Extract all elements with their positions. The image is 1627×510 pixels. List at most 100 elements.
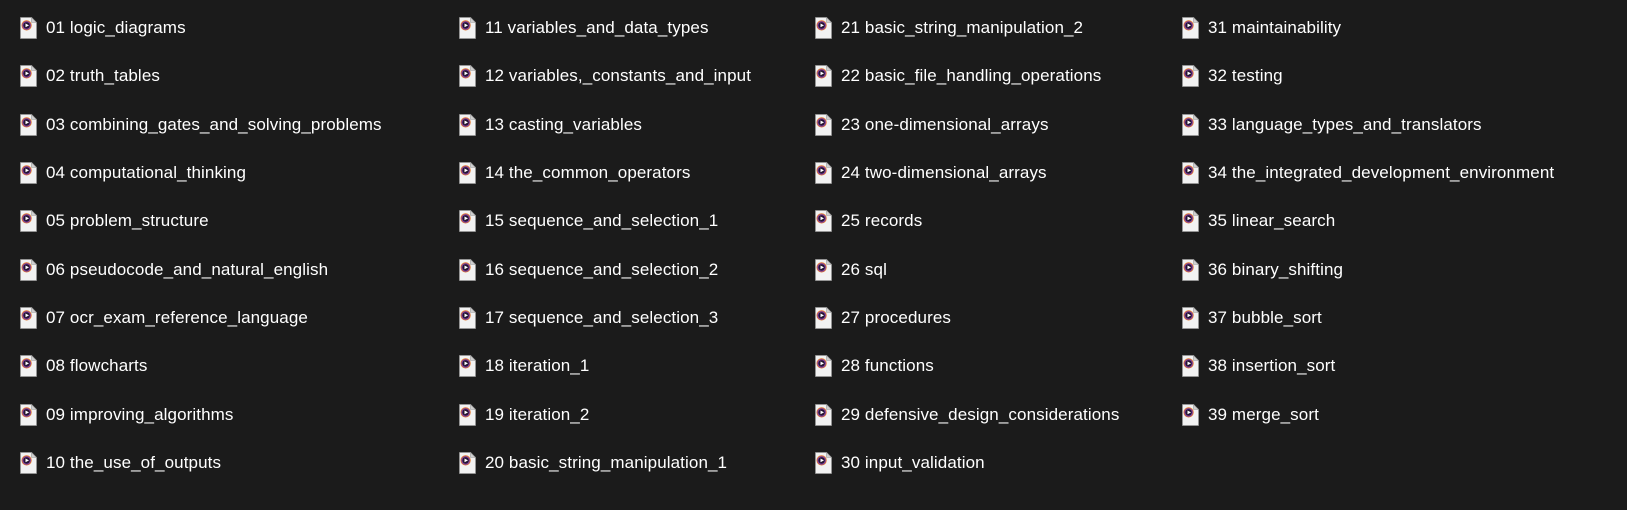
file-item[interactable]: 25 records xyxy=(805,197,1172,245)
file-item[interactable]: 10 the_use_of_outputs xyxy=(0,439,445,487)
video-file-icon xyxy=(815,306,832,329)
file-item[interactable]: 09 improving_algorithms xyxy=(0,390,445,438)
file-item-label: 37 bubble_sort xyxy=(1208,307,1322,327)
file-item[interactable]: 21 basic_string_manipulation_2 xyxy=(805,4,1172,52)
file-item-label: 24 two-dimensional_arrays xyxy=(841,163,1047,183)
video-file-icon xyxy=(459,306,476,329)
file-item-label: 35 linear_search xyxy=(1208,211,1336,231)
file-item-label: 06 pseudocode_and_natural_english xyxy=(46,259,329,279)
file-item-label: 01 logic_diagrams xyxy=(46,18,186,38)
file-item[interactable]: 02 truth_tables xyxy=(0,52,445,100)
video-file-icon xyxy=(459,17,476,39)
video-file-icon xyxy=(1182,258,1199,281)
file-item[interactable]: 16 sequence_and_selection_2 xyxy=(445,245,805,293)
video-file-icon xyxy=(459,210,476,233)
file-item[interactable]: 18 iteration_1 xyxy=(445,342,805,390)
file-item[interactable]: 38 insertion_sort xyxy=(1172,342,1627,390)
video-file-icon xyxy=(1182,210,1199,233)
file-item-label: 29 defensive_design_considerations xyxy=(841,404,1120,424)
video-file-icon xyxy=(815,355,832,378)
file-item-label: 39 merge_sort xyxy=(1208,404,1319,424)
video-file-icon xyxy=(459,65,476,88)
video-file-icon xyxy=(1182,355,1199,378)
file-item-label: 14 the_common_operators xyxy=(485,163,691,183)
video-file-icon xyxy=(815,65,832,88)
file-item[interactable]: 08 flowcharts xyxy=(0,342,445,390)
video-file-icon xyxy=(1182,113,1199,136)
file-item-label: 19 iteration_2 xyxy=(485,404,590,424)
file-item-label: 33 language_types_and_translators xyxy=(1208,114,1482,134)
video-file-icon xyxy=(1182,65,1199,88)
video-file-icon xyxy=(459,355,476,378)
file-item[interactable]: 39 merge_sort xyxy=(1172,390,1627,438)
video-file-icon xyxy=(1182,162,1199,184)
video-file-icon xyxy=(20,210,37,233)
video-file-icon xyxy=(20,258,37,281)
video-file-icon xyxy=(20,162,37,184)
video-file-icon xyxy=(459,403,476,426)
file-item[interactable]: 28 functions xyxy=(805,342,1172,390)
file-item-label: 09 improving_algorithms xyxy=(46,404,234,424)
file-item[interactable]: 06 pseudocode_and_natural_english xyxy=(0,245,445,293)
file-item[interactable]: 03 combining_gates_and_solving_problems xyxy=(0,101,445,149)
video-file-icon xyxy=(815,258,832,281)
file-item[interactable]: 30 input_validation xyxy=(805,439,1172,487)
file-item[interactable]: 14 the_common_operators xyxy=(445,149,805,197)
file-item[interactable]: 33 language_types_and_translators xyxy=(1172,101,1627,149)
file-item[interactable]: 29 defensive_design_considerations xyxy=(805,390,1172,438)
file-item-label: 18 iteration_1 xyxy=(485,356,590,376)
file-item-label: 13 casting_variables xyxy=(485,114,642,134)
video-file-icon xyxy=(20,355,37,378)
video-file-icon xyxy=(20,17,37,39)
file-item-label: 05 problem_structure xyxy=(46,211,209,231)
file-item[interactable]: 11 variables_and_data_types xyxy=(445,4,805,52)
video-file-icon xyxy=(815,113,832,136)
file-item[interactable]: 07 ocr_exam_reference_language xyxy=(0,294,445,342)
video-file-icon xyxy=(459,113,476,136)
video-file-icon xyxy=(815,451,832,474)
file-item-label: 07 ocr_exam_reference_language xyxy=(46,307,308,327)
file-item[interactable]: 22 basic_file_handling_operations xyxy=(805,52,1172,100)
video-file-icon xyxy=(1182,403,1199,426)
video-file-icon xyxy=(20,306,37,329)
file-item[interactable]: 12 variables,_constants_and_input xyxy=(445,52,805,100)
file-item-label: 12 variables,_constants_and_input xyxy=(485,66,752,86)
video-file-icon xyxy=(20,451,37,474)
file-item[interactable]: 32 testing xyxy=(1172,52,1627,100)
file-item[interactable]: 31 maintainability xyxy=(1172,4,1627,52)
file-item[interactable]: 05 problem_structure xyxy=(0,197,445,245)
file-item[interactable]: 01 logic_diagrams xyxy=(0,4,445,52)
file-item[interactable]: 15 sequence_and_selection_1 xyxy=(445,197,805,245)
video-file-icon xyxy=(815,17,832,39)
file-item[interactable]: 27 procedures xyxy=(805,294,1172,342)
video-file-icon xyxy=(20,65,37,88)
file-item[interactable]: 20 basic_string_manipulation_1 xyxy=(445,439,805,487)
video-file-icon xyxy=(459,451,476,474)
file-item[interactable]: 24 two-dimensional_arrays xyxy=(805,149,1172,197)
video-file-icon xyxy=(815,162,832,184)
file-item-label: 03 combining_gates_and_solving_problems xyxy=(46,114,382,134)
file-item-label: 31 maintainability xyxy=(1208,18,1342,38)
file-item[interactable]: 23 one-dimensional_arrays xyxy=(805,101,1172,149)
file-item[interactable]: 19 iteration_2 xyxy=(445,390,805,438)
file-item-label: 27 procedures xyxy=(841,307,951,327)
file-item-label: 02 truth_tables xyxy=(46,66,160,86)
file-item[interactable]: 37 bubble_sort xyxy=(1172,294,1627,342)
file-item[interactable]: 36 binary_shifting xyxy=(1172,245,1627,293)
file-item[interactable]: 13 casting_variables xyxy=(445,101,805,149)
file-item[interactable]: 04 computational_thinking xyxy=(0,149,445,197)
file-item-label: 34 the_integrated_development_environmen… xyxy=(1208,163,1555,183)
video-file-icon xyxy=(815,403,832,426)
file-item-label: 20 basic_string_manipulation_1 xyxy=(485,452,728,472)
file-item-label: 11 variables_and_data_types xyxy=(485,18,709,38)
file-item[interactable]: 26 sql xyxy=(805,245,1172,293)
file-item[interactable]: 17 sequence_and_selection_3 xyxy=(445,294,805,342)
file-item-label: 28 functions xyxy=(841,356,934,376)
file-item-label: 38 insertion_sort xyxy=(1208,356,1336,376)
file-item[interactable]: 34 the_integrated_development_environmen… xyxy=(1172,149,1627,197)
video-file-icon xyxy=(20,403,37,426)
file-item[interactable]: 35 linear_search xyxy=(1172,197,1627,245)
video-file-icon xyxy=(459,258,476,281)
file-list-view[interactable]: 01 logic_diagrams 02 truth_tables 03 combi… xyxy=(0,0,1627,510)
file-item-label: 15 sequence_and_selection_1 xyxy=(485,211,719,231)
